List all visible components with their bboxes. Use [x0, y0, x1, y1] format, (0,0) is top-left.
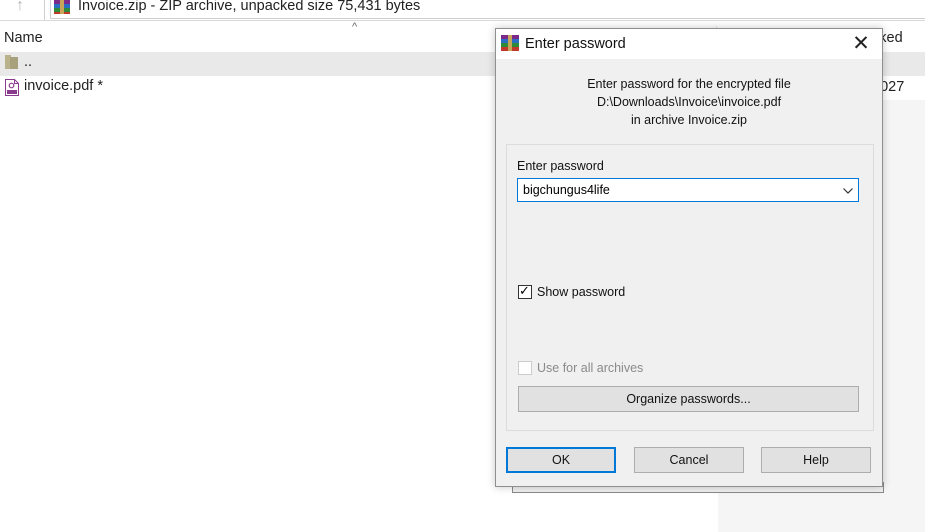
folder-icon	[5, 55, 18, 69]
chevron-down-icon[interactable]	[840, 181, 856, 199]
info-text-archive: in archive Invoice.zip	[630, 113, 748, 127]
checkmark-icon: ✓	[519, 283, 530, 298]
help-button[interactable]: Help	[761, 447, 871, 473]
toolbar-divider	[44, 0, 45, 20]
winrar-archive-icon	[501, 35, 519, 51]
password-input-value[interactable]: bigchungus4life	[523, 183, 610, 197]
show-password-checkbox[interactable]: ✓	[518, 283, 532, 299]
address-bar: ↑ Invoice.zip - ZIP archive, unpacked si…	[0, 0, 925, 21]
ok-button[interactable]: OK	[506, 447, 616, 473]
use-for-all-archives-checkbox[interactable]	[518, 361, 532, 375]
dialog-title-bar[interactable]: Enter password ✕	[496, 29, 882, 59]
use-for-all-archives-label[interactable]: Use for all archives	[537, 361, 643, 375]
password-combobox[interactable]: bigchungus4life	[517, 178, 859, 202]
organize-passwords-button[interactable]: Organize passwords...	[518, 386, 859, 412]
column-header-name[interactable]: Name	[4, 30, 43, 46]
up-arrow-icon[interactable]: ↑	[8, 0, 32, 14]
list-item-name: invoice.pdf *	[24, 78, 103, 94]
password-label: Enter password	[517, 159, 604, 173]
pdf-file-icon	[5, 79, 19, 96]
close-icon[interactable]: ✕	[840, 29, 882, 59]
info-text-line1: Enter password for the encrypted file	[587, 77, 791, 91]
path-text: Invoice.zip - ZIP archive, unpacked size…	[78, 0, 421, 14]
winrar-archive-icon	[54, 0, 70, 14]
info-text-filepath: D:\Downloads\Invoice\invoice.pdf	[596, 95, 782, 109]
sort-ascending-icon: ^	[352, 21, 358, 33]
cancel-button[interactable]: Cancel	[634, 447, 744, 473]
list-item-name: ..	[24, 54, 33, 70]
dialog-title: Enter password	[525, 36, 626, 52]
show-password-label[interactable]: Show password	[537, 285, 625, 299]
enter-password-dialog: Enter password ✕ Enter password for the …	[495, 28, 883, 487]
path-field[interactable]: Invoice.zip - ZIP archive, unpacked size…	[50, 0, 925, 19]
